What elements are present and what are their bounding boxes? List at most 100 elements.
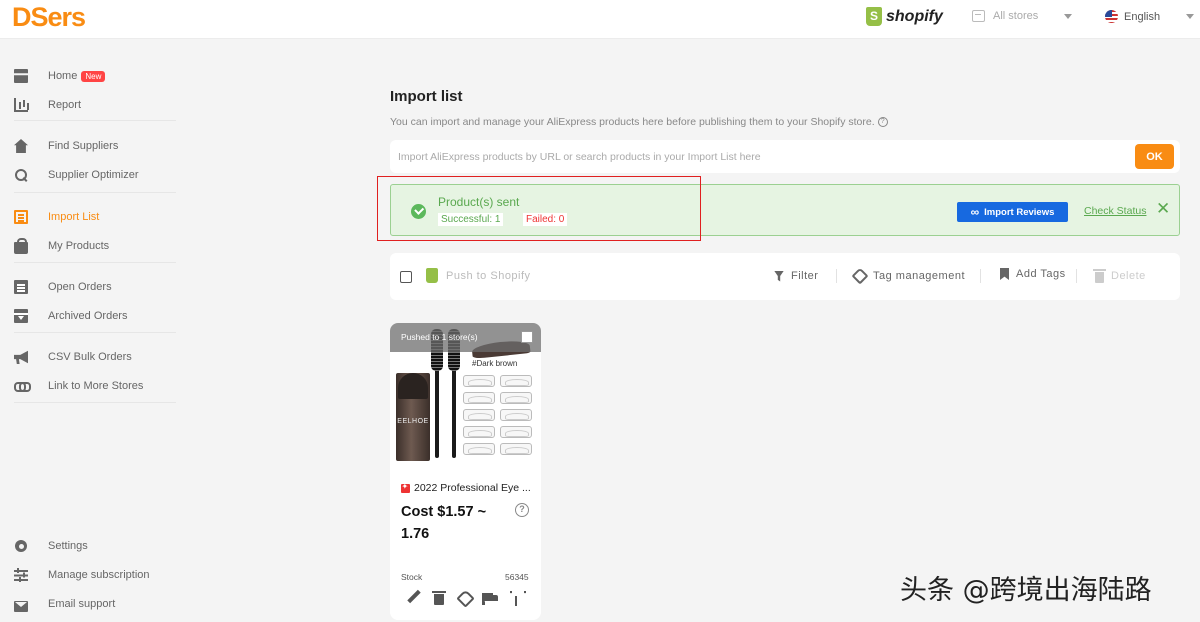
sidebar-item-report[interactable]: Report bbox=[14, 96, 81, 114]
product-actions bbox=[404, 590, 529, 608]
toolbar-separator bbox=[1076, 269, 1077, 283]
sidebar-item-csv-bulk-orders[interactable]: CSV Bulk Orders bbox=[14, 348, 132, 366]
push-to-shopify-button[interactable]: Push to Shopify bbox=[426, 268, 531, 283]
stencil-shape bbox=[500, 409, 532, 421]
shopify-bag-icon bbox=[426, 268, 438, 283]
sidebar-divider bbox=[14, 192, 176, 193]
pushed-status-text: Pushed to 1 store(s) bbox=[401, 332, 478, 342]
import-search-bar: OK bbox=[390, 140, 1180, 173]
successful-count: Successful: 1 bbox=[438, 213, 504, 226]
sidebar-item-open-orders[interactable]: Open Orders bbox=[14, 278, 112, 296]
sidebar-item-home[interactable]: Home New bbox=[14, 67, 106, 85]
failed-count: Failed: 0 bbox=[523, 213, 568, 226]
tag-management-button[interactable]: Tag management bbox=[851, 267, 965, 285]
toolbar-separator bbox=[980, 269, 981, 283]
bulk-actions-toolbar: Push to Shopify Filter Tag management Ad… bbox=[390, 253, 1180, 300]
page-description-text: You can import and manage your AliExpres… bbox=[390, 116, 875, 128]
help-circle-icon[interactable]: ? bbox=[515, 503, 529, 517]
import-reviews-button[interactable]: ∞ Import Reviews bbox=[957, 202, 1068, 222]
stencil-shape bbox=[500, 392, 532, 404]
sidebar-item-settings[interactable]: Settings bbox=[14, 537, 88, 555]
sliders-icon bbox=[14, 568, 28, 582]
chevron-down-icon bbox=[1064, 13, 1073, 19]
sidebar-divider bbox=[14, 120, 176, 121]
sidebar-item-label: Settings bbox=[48, 540, 88, 552]
tag-icon[interactable] bbox=[456, 590, 472, 606]
watermark-text: 头条 @跨境出海陆路 bbox=[900, 575, 1152, 606]
language-selector[interactable]: English bbox=[1105, 10, 1195, 23]
sidebar-item-supplier-optimizer[interactable]: Supplier Optimizer bbox=[14, 166, 138, 184]
shipping-truck-icon[interactable] bbox=[482, 590, 498, 606]
sidebar-item-label: Manage subscription bbox=[48, 569, 150, 581]
shopping-bag-icon bbox=[14, 238, 28, 254]
sidebar-item-label: Archived Orders bbox=[48, 310, 128, 322]
sidebar-item-find-suppliers[interactable]: Find Suppliers bbox=[14, 137, 118, 155]
variant-label: #Dark brown bbox=[472, 359, 518, 368]
shopify-platform: shopify bbox=[866, 7, 943, 26]
filter-button[interactable]: Filter bbox=[774, 270, 818, 282]
select-all-checkbox[interactable] bbox=[400, 271, 412, 283]
sidebar-item-label: Home bbox=[48, 70, 78, 82]
bookmark-tag-icon bbox=[1000, 268, 1009, 280]
product-brand-label: EELHOE bbox=[397, 418, 429, 425]
list-icon bbox=[14, 210, 28, 224]
trash-icon[interactable] bbox=[431, 590, 447, 606]
tag-management-label: Tag management bbox=[873, 270, 965, 282]
sidebar-divider bbox=[14, 262, 176, 263]
link-icon bbox=[14, 379, 31, 393]
stencil-shape bbox=[463, 392, 495, 404]
product-card[interactable]: EELHOE #Dark brown Pushed to 1 store(s) … bbox=[390, 323, 541, 620]
product-cost: Cost $1.57 ~ 1.76 bbox=[401, 504, 487, 542]
store-icon bbox=[972, 10, 985, 22]
sidebar-item-email-support[interactable]: Email support bbox=[14, 595, 115, 613]
sidebar-item-import-list[interactable]: Import List bbox=[14, 208, 99, 226]
split-icon[interactable] bbox=[508, 590, 524, 606]
sidebar-item-manage-subscription[interactable]: Manage subscription bbox=[14, 566, 150, 584]
dashboard-icon bbox=[14, 69, 28, 83]
filter-label: Filter bbox=[791, 270, 819, 282]
push-to-shopify-label: Push to Shopify bbox=[446, 269, 531, 282]
stock-label: Stock bbox=[401, 572, 423, 582]
import-search-input[interactable] bbox=[390, 140, 1130, 173]
alert-title: Product(s) sent bbox=[438, 195, 520, 209]
archive-icon bbox=[14, 309, 28, 323]
new-badge: New bbox=[81, 70, 106, 82]
mail-icon bbox=[14, 600, 28, 612]
aliexpress-icon bbox=[401, 482, 410, 493]
stencil-shape bbox=[463, 375, 495, 387]
stencil-shape bbox=[463, 443, 495, 455]
check-status-link[interactable]: Check Status bbox=[1084, 205, 1146, 217]
sidebar-item-archived-orders[interactable]: Archived Orders bbox=[14, 307, 127, 325]
sidebar-divider bbox=[14, 402, 176, 403]
sidebar: Home New Report Find Suppliers Supplier … bbox=[0, 40, 180, 622]
stencil-shape bbox=[463, 426, 495, 438]
check-circle-icon bbox=[411, 204, 426, 219]
stencil-shape bbox=[500, 375, 532, 387]
close-icon[interactable]: ✕ bbox=[1156, 200, 1170, 217]
sidebar-item-label: Supplier Optimizer bbox=[48, 169, 139, 181]
import-reviews-label: Import Reviews bbox=[984, 206, 1055, 218]
product-title[interactable]: 2022 Professional Eye ... bbox=[401, 482, 536, 494]
sidebar-item-my-products[interactable]: My Products bbox=[14, 237, 109, 255]
us-flag-icon bbox=[1105, 10, 1118, 23]
page-description: You can import and manage your AliExpres… bbox=[390, 116, 888, 128]
add-tags-button[interactable]: Add Tags bbox=[1000, 268, 1066, 280]
clipboard-icon bbox=[14, 280, 28, 294]
delete-button[interactable]: Delete bbox=[1093, 268, 1146, 283]
dsers-logo[interactable]: DSers bbox=[12, 2, 86, 33]
pushed-status-bar: Pushed to 1 store(s) bbox=[390, 323, 541, 352]
store-selector[interactable]: All stores bbox=[972, 10, 1073, 22]
stencil-shape bbox=[500, 426, 532, 438]
sidebar-item-label: Find Suppliers bbox=[48, 140, 119, 152]
product-image[interactable]: EELHOE #Dark brown Pushed to 1 store(s) bbox=[390, 323, 541, 470]
top-header: DSers shopify All stores English bbox=[0, 0, 1200, 39]
sidebar-divider bbox=[14, 332, 176, 333]
sidebar-item-link-more-stores[interactable]: Link to More Stores bbox=[14, 377, 143, 395]
edit-icon[interactable] bbox=[406, 590, 422, 606]
store-selector-label: All stores bbox=[993, 10, 1039, 22]
product-select-checkbox[interactable] bbox=[521, 331, 533, 343]
ok-button[interactable]: OK bbox=[1135, 144, 1174, 169]
question-icon[interactable]: ? bbox=[877, 117, 888, 127]
sidebar-item-label: Link to More Stores bbox=[48, 380, 144, 392]
filter-icon bbox=[774, 270, 784, 282]
